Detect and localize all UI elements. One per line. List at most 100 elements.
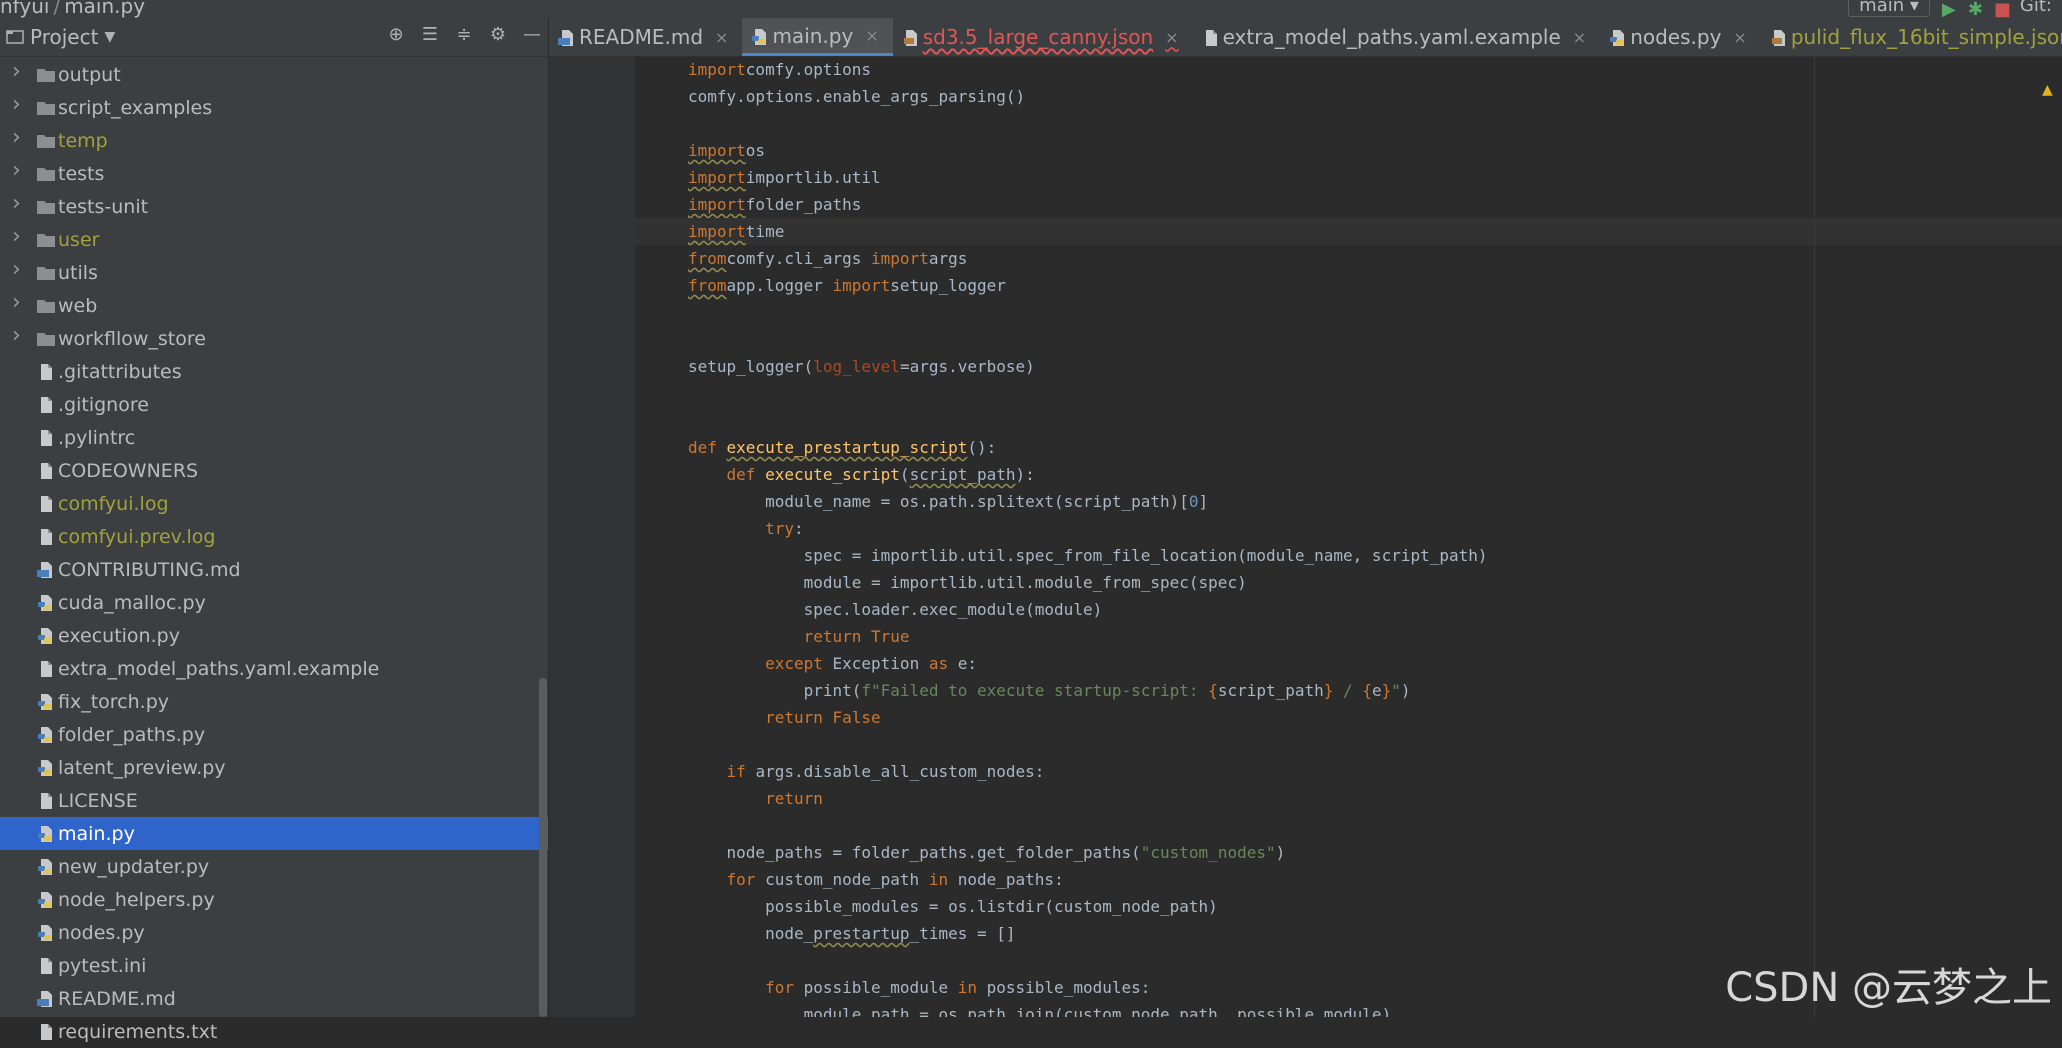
- chevron-right-icon[interactable]: ›: [12, 125, 26, 150]
- tree-item[interactable]: README.md: [0, 982, 548, 1015]
- code-line[interactable]: 27 if args.disable_all_custom_nodes:: [635, 758, 2062, 785]
- editor-tab-label: nodes.py: [1630, 25, 1722, 49]
- chevron-right-icon[interactable]: ›: [12, 92, 26, 117]
- close-icon[interactable]: ×: [865, 26, 878, 45]
- editor-tab[interactable]: main.py ×: [742, 18, 893, 56]
- chevron-right-icon[interactable]: ›: [12, 158, 26, 183]
- code-line[interactable]: 11: [635, 326, 2062, 353]
- debug-icon[interactable]: ✱: [1968, 0, 1983, 18]
- tree-item[interactable]: › temp: [0, 124, 548, 157]
- hide-icon[interactable]: —: [522, 24, 542, 45]
- close-icon[interactable]: ×: [715, 28, 728, 47]
- tree-item[interactable]: latent_preview.py: [0, 751, 548, 784]
- code-area[interactable]: 1importcomfy.options2comfy.options.enabl…: [635, 56, 2062, 1017]
- code-line[interactable]: 22⊖ return True: [635, 623, 2062, 650]
- tree-item[interactable]: main.py: [0, 817, 548, 850]
- chevron-right-icon[interactable]: ›: [12, 290, 26, 315]
- tree-item[interactable]: new_updater.py: [0, 850, 548, 883]
- tree-item[interactable]: .gitattributes: [0, 355, 548, 388]
- tree-item[interactable]: pytest.ini: [0, 949, 548, 982]
- tree-item[interactable]: CONTRIBUTING.md: [0, 553, 548, 586]
- code-line[interactable]: 32 possible_modules = os.listdir(custom_…: [635, 893, 2062, 920]
- tree-item[interactable]: › output: [0, 58, 548, 91]
- code-line[interactable]: 23 except Exception as e:: [635, 650, 2062, 677]
- breadcrumb-file[interactable]: main.py: [64, 0, 145, 18]
- tree-item[interactable]: .gitignore: [0, 388, 548, 421]
- tree-item[interactable]: folder_paths.py: [0, 718, 548, 751]
- chevron-right-icon[interactable]: ›: [12, 257, 26, 282]
- breadcrumb-project[interactable]: nfyui: [0, 0, 49, 18]
- code-line[interactable]: 26: [635, 731, 2062, 758]
- tree-item[interactable]: .pylintrc: [0, 421, 548, 454]
- code-line[interactable]: 3: [635, 110, 2062, 137]
- expand-all-icon[interactable]: ☰: [420, 24, 440, 45]
- tree-item[interactable]: execution.py: [0, 619, 548, 652]
- code-line[interactable]: 15⊖def execute_prestartup_script():: [635, 434, 2062, 461]
- run-icon[interactable]: ▶: [1942, 0, 1956, 18]
- code-line[interactable]: 4importos: [635, 137, 2062, 164]
- tree-item[interactable]: comfyui.prev.log: [0, 520, 548, 553]
- code-line[interactable]: 18⊖ try:: [635, 515, 2062, 542]
- code-line[interactable]: 2comfy.options.enable_args_parsing(): [635, 83, 2062, 110]
- chevron-right-icon[interactable]: ›: [12, 224, 26, 249]
- tree-item[interactable]: fix_torch.py: [0, 685, 548, 718]
- tree-item[interactable]: cuda_malloc.py: [0, 586, 548, 619]
- project-title[interactable]: Project ▼: [6, 25, 115, 49]
- tree-item[interactable]: › utils: [0, 256, 548, 289]
- code-line[interactable]: 33 node_prestartup_times = []: [635, 920, 2062, 947]
- close-icon[interactable]: ×: [1733, 28, 1746, 47]
- chevron-down-icon[interactable]: ▼: [104, 29, 115, 45]
- code-line[interactable]: 31⊖ for custom_node_path in node_paths:: [635, 866, 2062, 893]
- code-line[interactable]: 28 return: [635, 785, 2062, 812]
- code-line[interactable]: 14: [635, 407, 2062, 434]
- code-line[interactable]: 13: [635, 380, 2062, 407]
- code-line[interactable]: 10: [635, 299, 2062, 326]
- code-line[interactable]: 9fromapp.logger importsetup_logger: [635, 272, 2062, 299]
- code-line[interactable]: 19 spec = importlib.util.spec_from_file_…: [635, 542, 2062, 569]
- editor-tab[interactable]: sd3.5_large_canny.json ×: [893, 18, 1193, 56]
- editor-tab[interactable]: nodes.py ×: [1600, 18, 1761, 56]
- tree-item[interactable]: › user: [0, 223, 548, 256]
- stop-icon[interactable]: ■: [1994, 0, 2011, 18]
- code-line[interactable]: 30 node_paths = folder_paths.get_folder_…: [635, 839, 2062, 866]
- editor-tab[interactable]: extra_model_paths.yaml.example ×: [1193, 18, 1601, 56]
- tree-item[interactable]: nodes.py: [0, 916, 548, 949]
- code-line[interactable]: 5importimportlib.util: [635, 164, 2062, 191]
- code-line[interactable]: 8fromcomfy.cli_args importargs: [635, 245, 2062, 272]
- tree-item[interactable]: › script_examples: [0, 91, 548, 124]
- tree-item[interactable]: LICENSE: [0, 784, 548, 817]
- project-scrollbar[interactable]: [539, 678, 547, 1017]
- code-line[interactable]: 7importtime: [635, 218, 2062, 245]
- tree-item[interactable]: › web: [0, 289, 548, 322]
- code-line[interactable]: 6importfolder_paths: [635, 191, 2062, 218]
- chevron-right-icon[interactable]: ›: [12, 191, 26, 216]
- branch-selector[interactable]: main ▾: [1848, 0, 1930, 17]
- code-line[interactable]: 16⊖ def execute_script(script_path):: [635, 461, 2062, 488]
- gear-icon[interactable]: ⚙: [488, 24, 508, 45]
- warning-icon[interactable]: ▲: [2042, 82, 2056, 98]
- tree-item[interactable]: extra_model_paths.yaml.example: [0, 652, 548, 685]
- tree-item[interactable]: › tests-unit: [0, 190, 548, 223]
- locate-icon[interactable]: ⊕: [386, 24, 406, 45]
- close-icon[interactable]: ×: [1165, 28, 1178, 47]
- tree-item[interactable]: comfyui.log: [0, 487, 548, 520]
- code-line[interactable]: 17 module_name = os.path.splitext(script…: [635, 488, 2062, 515]
- tree-item[interactable]: node_helpers.py: [0, 883, 548, 916]
- editor-tab[interactable]: pulid_flux_16bit_simple.json×: [1761, 18, 2062, 56]
- code-line[interactable]: 24 print(f"Failed to execute startup-scr…: [635, 677, 2062, 704]
- code-line[interactable]: 12setup_logger(log_level=args.verbose): [635, 353, 2062, 380]
- chevron-right-icon[interactable]: ›: [12, 59, 26, 84]
- collapse-all-icon[interactable]: ≑: [454, 24, 474, 45]
- tree-item[interactable]: › workfllow_store: [0, 322, 548, 355]
- code-line[interactable]: 1importcomfy.options: [635, 56, 2062, 83]
- close-icon[interactable]: ×: [1573, 28, 1586, 47]
- tree-item[interactable]: › tests: [0, 157, 548, 190]
- editor-tab[interactable]: README.md ×: [549, 18, 742, 56]
- code-line[interactable]: 21 spec.loader.exec_module(module): [635, 596, 2062, 623]
- chevron-right-icon[interactable]: ›: [12, 323, 26, 348]
- tree-item[interactable]: requirements.txt: [0, 1015, 548, 1048]
- tree-item[interactable]: CODEOWNERS: [0, 454, 548, 487]
- code-line[interactable]: 20 module = importlib.util.module_from_s…: [635, 569, 2062, 596]
- code-line[interactable]: 25⊖ return False: [635, 704, 2062, 731]
- code-line[interactable]: 29: [635, 812, 2062, 839]
